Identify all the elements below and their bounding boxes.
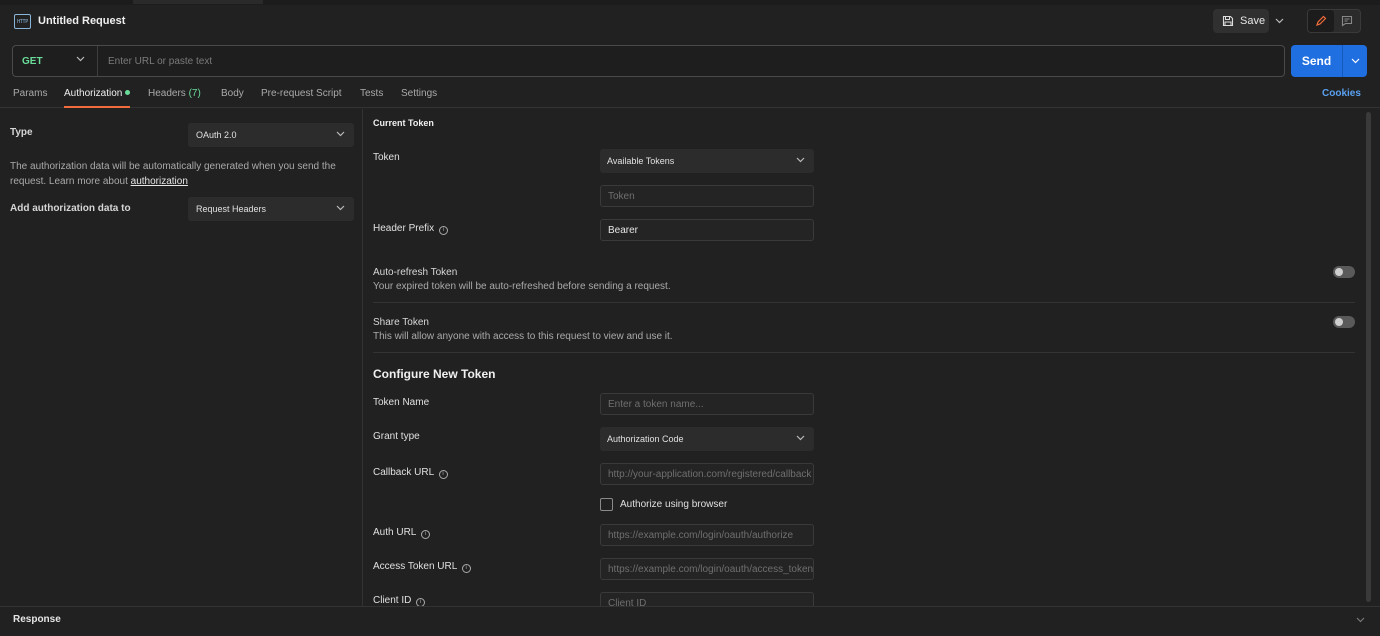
chevron-down-icon: [336, 205, 345, 211]
chevron-down-icon[interactable]: [1356, 617, 1365, 623]
auto-refresh-description: Your expired token will be auto-refreshe…: [373, 281, 671, 292]
cookies-link[interactable]: Cookies: [1322, 88, 1361, 99]
chevron-down-icon: [796, 157, 805, 163]
authorize-browser-label[interactable]: Authorize using browser: [620, 499, 727, 510]
add-auth-data-select[interactable]: Request Headers: [188, 197, 354, 221]
info-icon[interactable]: i: [461, 564, 471, 573]
chevron-down-icon: [76, 56, 85, 62]
tab-headers-label: Headers: [148, 88, 186, 99]
client-id-text: Client ID: [373, 595, 412, 606]
auto-refresh-toggle[interactable]: [1333, 266, 1355, 278]
share-token-toggle[interactable]: [1333, 316, 1355, 328]
add-auth-data-value: Request Headers: [196, 204, 267, 214]
auth-url-input[interactable]: https://example.com/login/oauth/authoriz…: [600, 524, 814, 546]
configure-new-token-title: Configure New Token: [373, 367, 496, 381]
method-value: GET: [22, 55, 43, 67]
share-token-description: This will allow anyone with access to th…: [373, 331, 673, 342]
tab-params[interactable]: Params: [13, 88, 47, 108]
current-token-title: Current Token: [373, 118, 434, 128]
token-name-label: Token Name: [373, 397, 430, 408]
headers-count: (7): [188, 88, 201, 99]
access-token-url-label: Access Token URL i: [373, 561, 471, 573]
chevron-down-icon: [1275, 18, 1283, 24]
send-button[interactable]: Send: [1291, 45, 1343, 77]
panel-scrollbar[interactable]: [1366, 112, 1371, 602]
callback-url-text: Callback URL: [373, 467, 434, 478]
save-label: Save: [1240, 15, 1266, 27]
info-icon[interactable]: i: [438, 470, 448, 479]
status-dot: [125, 90, 131, 95]
oauth-config-panel: Current Token Token Available Tokens Tok…: [364, 109, 1365, 606]
auto-refresh-title: Auto-refresh Token: [373, 267, 458, 278]
info-icon[interactable]: i: [438, 226, 448, 235]
share-token-title: Share Token: [373, 317, 429, 328]
auth-url-text: Auth URL: [373, 527, 416, 538]
view-mode-toggle: [1307, 9, 1361, 33]
chevron-down-icon: [1351, 58, 1359, 64]
token-name-input[interactable]: Enter a token name...: [600, 393, 814, 415]
divider: [373, 302, 1355, 303]
available-tokens-value: Available Tokens: [607, 156, 675, 166]
authorization-learn-more-link[interactable]: authorization: [131, 176, 188, 187]
method-select[interactable]: GET: [13, 46, 98, 76]
auth-url-label: Auth URL i: [373, 527, 430, 539]
save-options-button[interactable]: [1270, 9, 1288, 33]
response-title: Response: [13, 614, 61, 625]
tab-body[interactable]: Body: [221, 88, 244, 108]
toggle-knob: [1335, 318, 1343, 326]
tab-authorization[interactable]: Authorization: [64, 88, 131, 108]
header-prefix-label: Header Prefix i: [373, 223, 448, 235]
save-button[interactable]: Save: [1213, 9, 1269, 33]
token-label: Token: [373, 152, 400, 163]
request-header: HTTP Untitled Request Save: [0, 5, 1380, 39]
auth-type-select[interactable]: OAuth 2.0: [188, 123, 354, 147]
send-button-group: Send: [1291, 45, 1367, 77]
http-request-icon: HTTP: [14, 14, 31, 29]
request-title[interactable]: Untitled Request: [38, 15, 125, 27]
header-prefix-input[interactable]: Bearer: [600, 219, 814, 241]
grant-type-value: Authorization Code: [607, 434, 684, 444]
access-token-url-text: Access Token URL: [373, 561, 457, 572]
info-icon[interactable]: i: [420, 530, 430, 539]
tab-settings[interactable]: Settings: [401, 88, 437, 108]
auth-type-panel: Type OAuth 2.0 The authorization data wi…: [0, 109, 363, 606]
tab-headers[interactable]: Headers (7): [148, 88, 201, 108]
request-tabs: Params Authorization Headers (7) Body Pr…: [0, 84, 1380, 108]
pencil-icon: [1316, 15, 1327, 26]
callback-url-label: Callback URL i: [373, 467, 448, 479]
callback-url-input[interactable]: http://your-application.com/registered/c…: [600, 463, 814, 485]
comment-icon: [1341, 15, 1353, 27]
tab-pre-request-script[interactable]: Pre-request Script: [261, 88, 342, 108]
access-token-url-input[interactable]: https://example.com/login/oauth/access_t…: [600, 558, 814, 580]
url-input[interactable]: [98, 46, 1284, 76]
available-tokens-select[interactable]: Available Tokens: [600, 149, 814, 173]
client-id-label: Client ID i: [373, 595, 426, 606]
header-prefix-text: Header Prefix: [373, 223, 435, 234]
token-input[interactable]: Token: [600, 185, 814, 207]
info-icon[interactable]: i: [416, 598, 426, 606]
comments-mode-button[interactable]: [1334, 10, 1360, 32]
divider: [373, 352, 1355, 353]
send-options-button[interactable]: [1343, 45, 1367, 77]
type-label: Type: [10, 127, 33, 138]
tab-tests[interactable]: Tests: [360, 88, 383, 108]
grant-type-label: Grant type: [373, 431, 420, 442]
authorize-browser-checkbox[interactable]: [600, 498, 613, 511]
toggle-knob: [1335, 268, 1343, 276]
response-panel-bar[interactable]: Response: [0, 606, 1380, 636]
client-id-input[interactable]: Client ID: [600, 592, 814, 606]
save-icon: [1222, 15, 1234, 27]
chevron-down-icon: [796, 435, 805, 441]
edit-mode-button[interactable]: [1308, 10, 1334, 32]
chevron-down-icon: [336, 131, 345, 137]
auth-description: The authorization data will be automatic…: [10, 159, 355, 189]
active-tab-indicator: [133, 0, 263, 4]
auth-type-value: OAuth 2.0: [196, 130, 237, 140]
url-bar: GET: [12, 45, 1285, 77]
grant-type-select[interactable]: Authorization Code: [600, 427, 814, 451]
tab-authorization-label: Authorization: [64, 88, 123, 99]
add-auth-data-label: Add authorization data to: [10, 203, 131, 214]
